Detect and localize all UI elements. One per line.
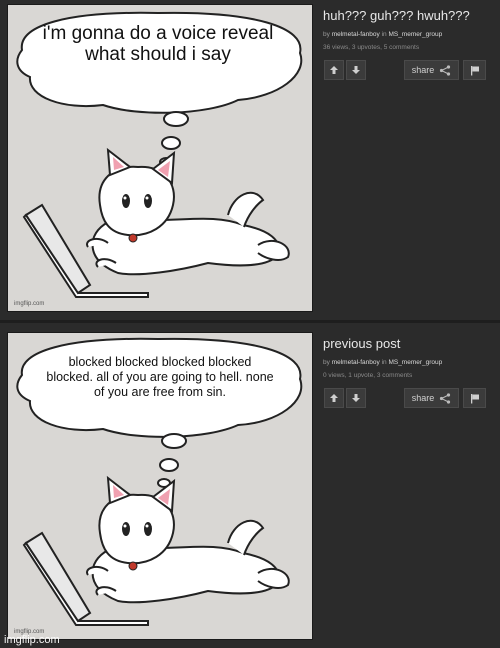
bubble-caption: blocked blocked blocked blocked blocked.… <box>46 355 274 399</box>
post-1: i'm gonna do a voice reveal what should … <box>0 0 500 320</box>
down-arrow-icon <box>352 394 360 402</box>
post-info: previous post by melmetal-fanboy in MS_m… <box>323 336 493 410</box>
post-stats: 0 views, 1 upvote, 3 comments <box>323 372 413 379</box>
in-label: in <box>381 31 387 38</box>
downvote-button[interactable] <box>346 388 366 408</box>
meme-image[interactable]: i'm gonna do a voice reveal what should … <box>7 4 313 312</box>
author-link[interactable]: melmetal-fanboy <box>332 31 380 38</box>
share-button[interactable]: share <box>404 60 459 80</box>
image-credit: imgflip.com <box>14 301 45 307</box>
stream-link[interactable]: MS_memer_group <box>388 31 442 38</box>
post-2: blocked blocked blocked blocked blocked.… <box>0 323 500 648</box>
byline: by melmetal-fanboy in MS_memer_group <box>323 31 493 38</box>
flag-icon <box>470 65 479 75</box>
bubble-caption: i'm gonna do a voice reveal what should … <box>42 23 274 65</box>
up-arrow-icon <box>330 394 338 402</box>
downvote-button[interactable] <box>346 60 366 80</box>
imgflip-watermark: imgflip.com <box>4 634 60 646</box>
post-title[interactable]: previous post <box>323 336 493 351</box>
flag-button[interactable] <box>463 60 486 80</box>
share-label: share <box>411 65 435 75</box>
post-title[interactable]: huh??? guh??? hwuh??? <box>323 8 493 23</box>
upvote-button[interactable] <box>324 388 344 408</box>
up-arrow-icon <box>330 66 338 74</box>
meme-image[interactable]: blocked blocked blocked blocked blocked.… <box>7 332 313 640</box>
share-icon <box>440 64 451 76</box>
action-bar: share <box>323 388 493 410</box>
down-arrow-icon <box>352 66 360 74</box>
flag-button[interactable] <box>463 388 486 408</box>
share-label: share <box>411 393 435 403</box>
byline: by melmetal-fanboy in MS_memer_group <box>323 359 493 366</box>
upvote-button[interactable] <box>324 60 344 80</box>
action-bar: share <box>323 60 493 82</box>
byline-prefix: by <box>323 31 330 38</box>
share-icon <box>440 392 451 404</box>
flag-icon <box>470 393 479 403</box>
in-label: in <box>381 359 387 366</box>
share-button[interactable]: share <box>404 388 459 408</box>
byline-prefix: by <box>323 359 330 366</box>
post-info: huh??? guh??? hwuh??? by melmetal-fanboy… <box>323 8 493 82</box>
author-link[interactable]: melmetal-fanboy <box>332 359 380 366</box>
post-stats: 36 views, 3 upvotes, 5 comments <box>323 44 420 51</box>
stream-link[interactable]: MS_memer_group <box>388 359 442 366</box>
